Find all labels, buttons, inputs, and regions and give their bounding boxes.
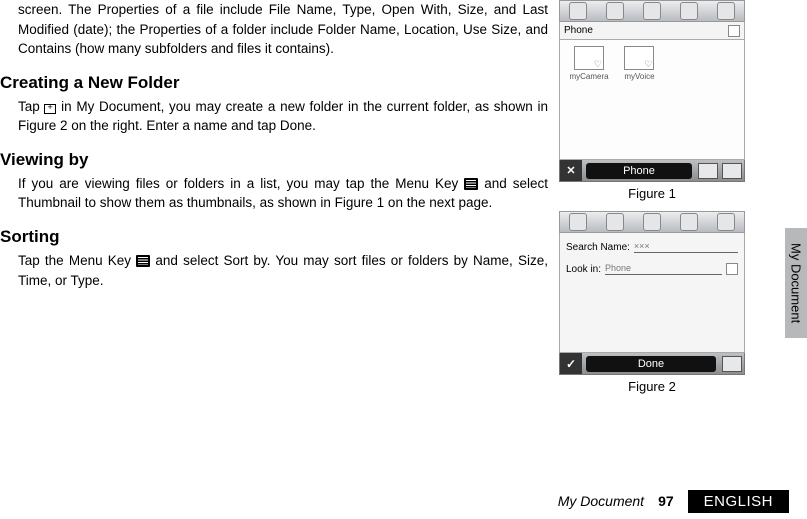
- heading-create-folder: Creating a New Folder: [0, 73, 548, 93]
- device-bottom-bar: ✕ Phone: [559, 160, 745, 182]
- location-label: Phone: [564, 25, 593, 36]
- folder-label: myVoice: [624, 72, 654, 81]
- figure-1-device: Phone myCamera myVoice ✕ Phone: [559, 0, 745, 182]
- figure-2-device: Search Name: ××× Look in: Phone ✓ Done: [559, 211, 745, 375]
- location-bar: Phone: [559, 22, 745, 40]
- search-icon[interactable]: [726, 263, 738, 275]
- viewing-by-paragraph: If you are viewing files or folders in a…: [18, 174, 548, 213]
- new-folder-icon: [44, 104, 56, 114]
- bottom-bar-label[interactable]: Done: [586, 356, 716, 372]
- search-icon[interactable]: [728, 25, 740, 37]
- folder-label: myCamera: [569, 72, 608, 81]
- text-fragment: in My Document, you may create a new fol…: [18, 99, 548, 134]
- create-folder-paragraph: Tap in My Document, you may create a new…: [18, 97, 548, 136]
- folder-item[interactable]: myCamera: [566, 46, 612, 81]
- file-browser-area: myCamera myVoice: [559, 40, 745, 160]
- menu-key-icon: [464, 178, 478, 190]
- bottom-bar-label[interactable]: Phone: [586, 163, 692, 179]
- sorting-paragraph: Tap the Menu Key and select Sort by. You…: [18, 251, 548, 290]
- toolbar-icon[interactable]: [717, 2, 735, 20]
- toolbar-icon[interactable]: [569, 213, 587, 231]
- toolbar-icon[interactable]: [569, 2, 587, 20]
- device-toolbar: [559, 211, 745, 233]
- heading-viewing-by: Viewing by: [0, 150, 548, 170]
- device-bottom-bar: ✓ Done: [559, 353, 745, 375]
- device-toolbar: [559, 0, 745, 22]
- toolbar-icon[interactable]: [698, 163, 718, 179]
- toolbar-icon[interactable]: [680, 213, 698, 231]
- text-fragment: Tap: [18, 99, 44, 114]
- text-fragment: If you are viewing files or folders in a…: [18, 176, 464, 191]
- page-footer: My Document 97 ENGLISH: [0, 489, 807, 513]
- toolbar-icon[interactable]: [643, 2, 661, 20]
- page-number: 97: [658, 493, 674, 509]
- intro-paragraph: screen. The Properties of a file include…: [18, 0, 548, 59]
- language-badge: ENGLISH: [688, 490, 789, 513]
- search-name-label: Search Name:: [566, 242, 630, 253]
- toolbar-icon[interactable]: [606, 2, 624, 20]
- folder-icon: [624, 46, 654, 70]
- close-icon[interactable]: ✕: [560, 160, 582, 181]
- figure-1-caption: Figure 1: [559, 186, 745, 201]
- toolbar-icon[interactable]: [717, 213, 735, 231]
- toolbar-icon[interactable]: [643, 213, 661, 231]
- toolbar-icon[interactable]: [722, 163, 742, 179]
- footer-section-title: My Document: [558, 493, 644, 509]
- search-name-input[interactable]: ×××: [634, 241, 738, 253]
- search-panel: Search Name: ××× Look in: Phone: [559, 233, 745, 353]
- look-in-label: Look in:: [566, 264, 601, 275]
- folder-item[interactable]: myVoice: [616, 46, 662, 81]
- toolbar-icon[interactable]: [606, 213, 624, 231]
- done-check-icon[interactable]: ✓: [560, 353, 582, 374]
- side-tab-my-document: My Document: [785, 228, 807, 338]
- heading-sorting: Sorting: [0, 227, 548, 247]
- text-fragment: Tap the Menu Key: [18, 253, 136, 268]
- menu-key-icon: [136, 255, 150, 267]
- look-in-input[interactable]: Phone: [605, 263, 722, 275]
- keyboard-icon[interactable]: [722, 356, 742, 372]
- toolbar-icon[interactable]: [680, 2, 698, 20]
- figure-2-caption: Figure 2: [559, 379, 745, 394]
- folder-icon: [574, 46, 604, 70]
